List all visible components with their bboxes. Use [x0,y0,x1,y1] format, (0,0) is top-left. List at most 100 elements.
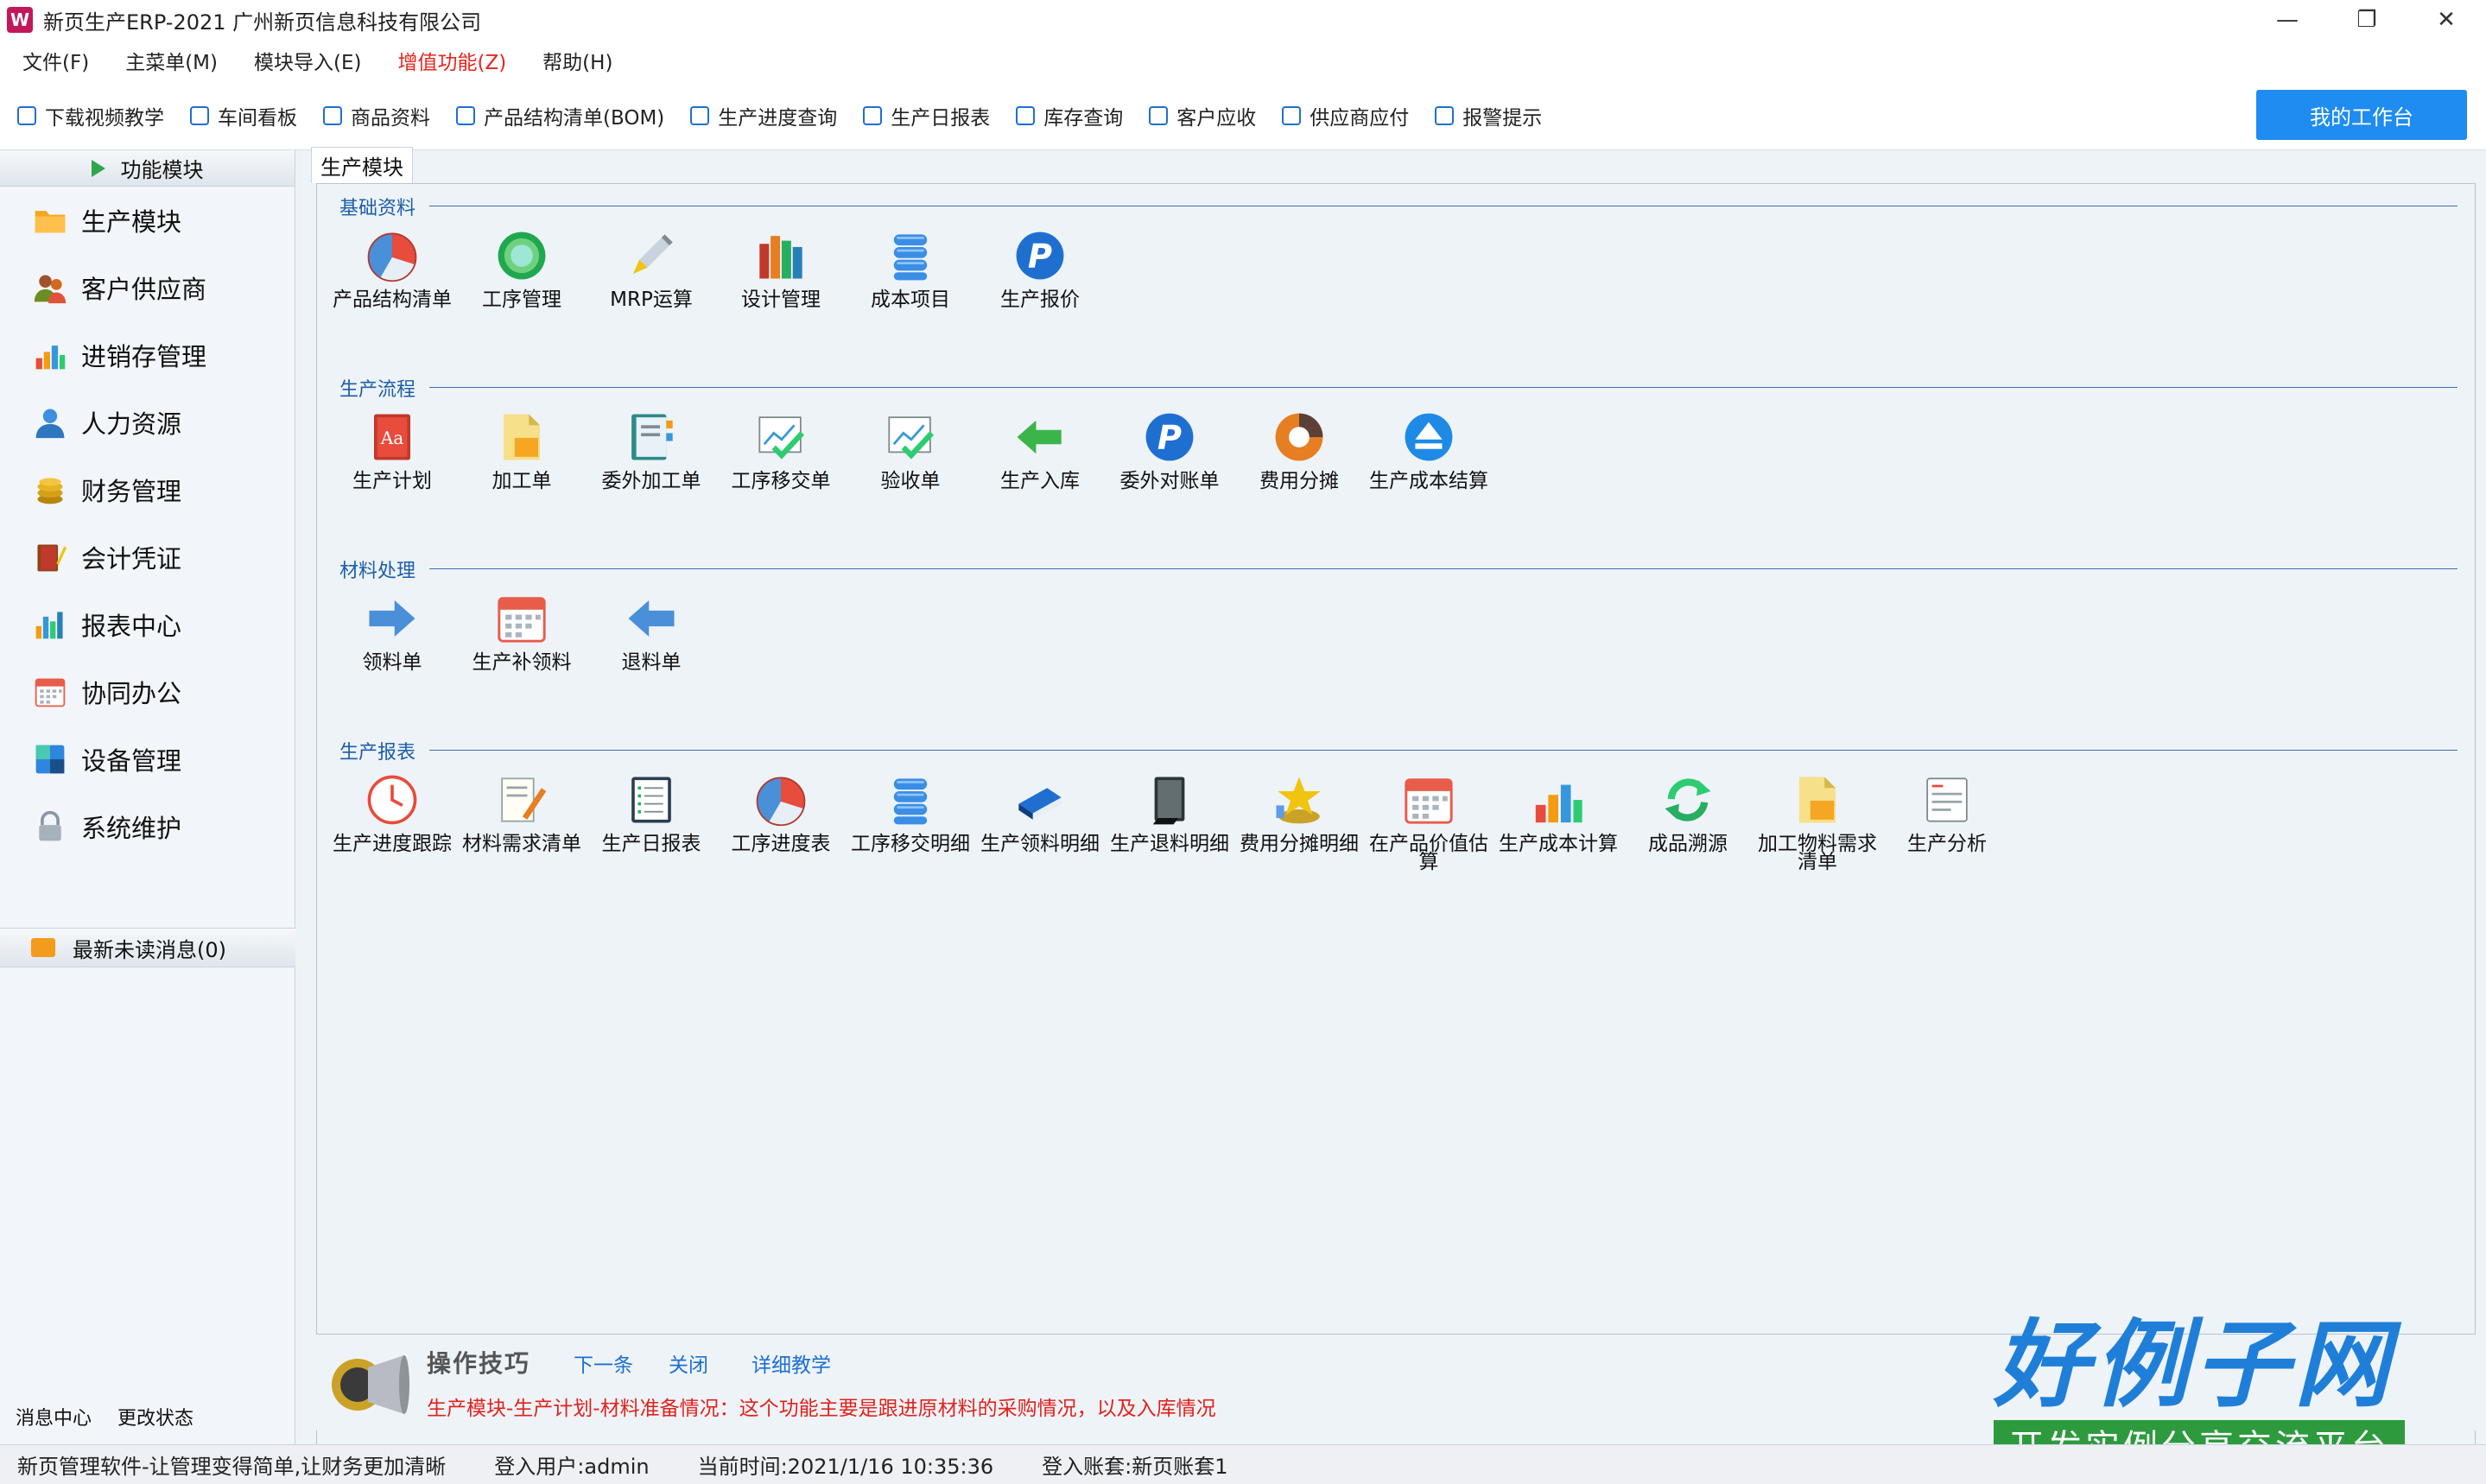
circle-icon [491,225,552,286]
menu-main[interactable]: 主菜单(M) [125,46,218,75]
module-tile[interactable]: 生产退料明细 [1105,770,1234,872]
tile-label: 工序移交明细 [851,833,970,855]
checkbox-icon[interactable] [17,105,36,125]
module-tile[interactable]: 费用分摊明细 [1234,770,1364,872]
menu-value-added[interactable]: 增值功能(Z) [397,46,506,75]
menu-module-import[interactable]: 模块导入(E) [254,46,361,75]
checkbox-icon[interactable] [190,105,209,125]
checkbox-icon[interactable] [456,105,475,125]
module-tile[interactable]: 工序管理 [457,225,587,310]
group-divider [429,568,2457,569]
module-tile[interactable]: 生产进度跟踪 [327,770,457,872]
module-tile[interactable]: 生产入库 [975,407,1105,491]
quick-item-progress[interactable]: 生产进度查询 [690,101,837,130]
checkbox-icon[interactable] [323,105,342,125]
nav-item-3[interactable]: 人力资源 [0,389,295,456]
message-center-link[interactable]: 消息中心 [16,1403,92,1430]
p-badge-icon: P [1010,225,1070,286]
quick-item-bom[interactable]: 产品结构清单(BOM) [456,101,664,130]
module-tile[interactable]: 工序移交明细 [846,770,975,872]
tips-text: 生产模块-生产计划-材料准备情况：这个功能主要是跟进原材料的采购情况，以及入库情… [427,1398,1216,1420]
nav-item-label: 会计凭证 [81,544,182,574]
module-tile[interactable]: 退料单 [587,588,716,673]
tile-label: 生产报价 [1000,289,1080,311]
checkbox-icon[interactable] [690,105,710,125]
checkbox-icon[interactable] [1016,105,1036,125]
nav-item-label: 生产模块 [81,207,182,237]
module-tile[interactable]: 生产领料明细 [975,770,1105,872]
checkbox-icon[interactable] [1149,105,1169,125]
quick-item-inventory[interactable]: 库存查询 [1016,101,1123,130]
arrow-right-icon [362,588,422,649]
module-tile[interactable]: 委外加工单 [587,407,716,491]
menu-help[interactable]: 帮助(H) [542,46,612,75]
minimize-button[interactable]: — [2248,0,2327,40]
close-button[interactable]: ✕ [2407,0,2486,40]
module-tile[interactable]: 生产成本结算 [1364,407,1494,491]
quick-item-video[interactable]: 下载视频教学 [17,101,164,130]
nav-item-8[interactable]: 设备管理 [0,726,295,793]
quick-item-daily-report[interactable]: 生产日报表 [863,101,990,130]
module-tile[interactable]: 产品结构清单 [327,225,457,310]
module-tile[interactable]: 加工单 [457,407,587,491]
tab-production-module[interactable]: 生产模块 [311,147,413,183]
restore-button[interactable]: ❐ [2327,0,2407,40]
module-tile[interactable]: Aa 生产计划 [327,407,457,491]
document-icon [491,407,552,467]
module-tile[interactable]: 工序进度表 [716,770,846,872]
quick-item-workshop-board[interactable]: 车间看板 [190,101,297,130]
nav-item-5[interactable]: 会计凭证 [0,523,295,591]
nav-item-0[interactable]: 生产模块 [0,187,295,254]
module-tile[interactable]: 成品溯源 [1623,770,1753,872]
unread-messages-bar[interactable]: 最新未读消息(0) [0,928,295,967]
checkbox-icon[interactable] [863,105,883,125]
module-tile[interactable]: P 生产报价 [975,225,1105,311]
module-tile[interactable]: 费用分摊 [1234,407,1364,491]
quick-item-payable[interactable]: 供应商应付 [1282,101,1409,130]
module-tile[interactable]: 在产品价值估算 [1364,770,1494,872]
status-bar: 新页管理软件-让管理变得简单,让财务更加清晰 登入用户:admin 当前时间:2… [0,1444,2486,1484]
module-tile[interactable]: P 委外对账单 [1105,407,1234,491]
nav-item-6[interactable]: 报表中心 [0,591,295,658]
module-tile[interactable]: 成本项目 [846,225,975,310]
checkbox-icon[interactable] [1282,105,1302,125]
module-tile[interactable]: 验收单 [846,407,975,491]
module-tile[interactable]: 领料单 [327,588,457,673]
module-tile[interactable]: 材料需求清单 [457,770,587,872]
calendar-icon [491,588,552,649]
group-title: 生产流程 [339,374,423,402]
quick-item-receivable[interactable]: 客户应收 [1149,101,1256,130]
nav-item-4[interactable]: 财务管理 [0,456,295,523]
my-workbench-button[interactable]: 我的工作台 [2256,90,2467,140]
module-tile[interactable]: 工序移交单 [716,407,846,491]
clock-icon [362,770,422,830]
users-icon [31,269,69,307]
change-status-link[interactable]: 更改状态 [117,1403,193,1430]
checkbox-icon[interactable] [1435,105,1455,125]
pencil-icon [621,225,682,286]
module-tile[interactable]: 设计管理 [716,225,846,310]
tips-close-link[interactable]: 关闭 [669,1348,708,1378]
module-tile[interactable]: 生产分析 [1882,770,2012,872]
module-tile[interactable]: 生产补领料 [457,588,587,673]
tips-detail-link[interactable]: 详细教学 [752,1348,831,1378]
quick-item-goods[interactable]: 商品资料 [323,101,430,130]
svg-text:Aa: Aa [380,428,404,448]
nav-item-1[interactable]: 客户供应商 [0,254,295,321]
module-tile[interactable]: MRP运算 [587,225,716,310]
tips-next-link[interactable]: 下一条 [574,1348,633,1378]
nav-item-2[interactable]: 进销存管理 [0,321,295,389]
module-tile[interactable]: 生产成本计算 [1494,770,1623,872]
tile-label: 加工单 [491,470,552,492]
quick-toolbar: 下载视频教学 车间看板 商品资料 产品结构清单(BOM) 生产进度查询 生产日报… [0,81,2486,150]
quick-item-alert[interactable]: 报警提示 [1435,101,1542,130]
menu-file[interactable]: 文件(F) [22,46,89,75]
nav-header[interactable]: 功能模块 [0,150,295,187]
tile-label: 加工物料需求清单 [1758,833,1877,873]
quick-label: 供应商应付 [1310,106,1410,130]
quick-label: 库存查询 [1043,106,1124,130]
module-tile[interactable]: 加工物料需求清单 [1753,770,1882,872]
nav-item-9[interactable]: 系统维护 [0,793,295,860]
nav-item-7[interactable]: 协同办公 [0,658,295,726]
module-tile[interactable]: 生产日报表 [587,770,716,872]
